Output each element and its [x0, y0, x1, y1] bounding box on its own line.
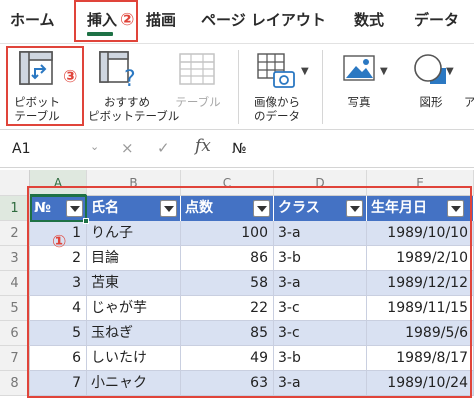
select-all-corner[interactable] [0, 170, 30, 196]
table-cell[interactable]: 58 [181, 271, 274, 296]
tab-formulas[interactable]: 数式 [354, 9, 384, 30]
annotation-step-2: ② [120, 10, 135, 30]
column-header-e[interactable]: E [367, 170, 474, 196]
pivot-table-icon [19, 51, 53, 85]
row-header-1[interactable]: 1 [0, 196, 30, 221]
cancel-icon[interactable]: × [121, 139, 134, 157]
table-cell[interactable]: 1989/11/15 [367, 296, 474, 321]
recommended-pivot-label-2: ピボットテーブル [88, 109, 180, 123]
formula-input[interactable]: № [232, 141, 247, 157]
row-header-2[interactable]: 2 [0, 221, 30, 246]
shapes-label: 図形 [419, 95, 443, 109]
enter-icon[interactable]: ✓ [157, 139, 170, 157]
fill-handle[interactable] [83, 218, 89, 224]
table-cell[interactable]: 1989/8/17 [367, 346, 474, 371]
row-header-8[interactable]: 8 [0, 371, 30, 396]
table-cell[interactable]: 目論 [87, 246, 181, 271]
filter-dropdown-icon[interactable] [66, 200, 83, 217]
table-cell[interactable]: 3-a [274, 221, 367, 246]
pivot-table-label-2: テーブル [14, 109, 60, 123]
filter-dropdown-icon[interactable] [160, 200, 177, 217]
table-cell[interactable]: 100 [181, 221, 274, 246]
table-cell[interactable]: 86 [181, 246, 274, 271]
row-header-3[interactable]: 3 [0, 246, 30, 271]
table-cell[interactable]: 玉ねぎ [87, 321, 181, 346]
picture-from-data-label-2: のデータ [254, 109, 300, 123]
table-cell[interactable]: 3-b [274, 346, 367, 371]
table-cell[interactable]: 6 [30, 346, 87, 371]
table-cell[interactable]: 1989/10/10 [367, 221, 474, 246]
menu-tabs: ホーム 挿入 描画 ページ レイアウト 数式 データ [0, 0, 474, 44]
shapes-icon [414, 54, 446, 84]
ribbon-separator [238, 50, 239, 124]
photo-icon [343, 55, 375, 81]
ribbon-separator [322, 50, 323, 124]
function-icon[interactable]: fx [195, 136, 211, 156]
row-header-4[interactable]: 4 [0, 271, 30, 296]
picture-from-data-icon [257, 53, 295, 88]
column-header-a[interactable]: A [30, 170, 87, 196]
table-cell[interactable]: 1989/5/6 [367, 321, 474, 346]
filter-dropdown-icon[interactable] [346, 200, 363, 217]
more-ribbon-label[interactable]: ア [464, 95, 474, 109]
recommended-pivot-label-1: おすすめ [104, 95, 150, 109]
tab-draw[interactable]: 描画 [146, 9, 176, 30]
column-header-b[interactable]: B [87, 170, 181, 196]
pivot-table-label-1: ピボット [14, 95, 60, 109]
table-cell[interactable]: じゃが芋 [87, 296, 181, 321]
table-cell[interactable]: 3-a [274, 271, 367, 296]
chevron-down-icon[interactable]: ▼ [446, 66, 454, 77]
table-cell[interactable]: 5 [30, 321, 87, 346]
table-cell[interactable]: しいたけ [87, 346, 181, 371]
table-cell[interactable]: 63 [181, 371, 274, 396]
table-cell[interactable]: 85 [181, 321, 274, 346]
table-cell[interactable]: 49 [181, 346, 274, 371]
table-cell[interactable]: 小ニャク [87, 371, 181, 396]
column-header-c[interactable]: C [181, 170, 274, 196]
table-cell[interactable]: 3 [30, 271, 87, 296]
table-cell[interactable]: 3-b [274, 246, 367, 271]
tab-data[interactable]: データ [414, 9, 459, 30]
tab-insert[interactable]: 挿入 [87, 9, 117, 30]
photo-label: 写真 [347, 95, 371, 109]
filter-dropdown-icon[interactable] [253, 200, 270, 217]
svg-text:?: ? [124, 67, 136, 90]
table-cell[interactable]: 22 [181, 296, 274, 321]
table-cell[interactable]: りん子 [87, 221, 181, 246]
active-tab-indicator [87, 32, 113, 36]
chevron-down-icon[interactable]: ▼ [301, 66, 309, 77]
name-box[interactable]: A1 [0, 137, 104, 161]
column-header-d[interactable]: D [274, 170, 367, 196]
table-cell[interactable]: 1989/2/10 [367, 246, 474, 271]
table-cell[interactable]: 3-a [274, 371, 367, 396]
picture-from-data-label-1: 画像から [254, 95, 300, 109]
row-header-5[interactable]: 5 [0, 296, 30, 321]
chevron-down-icon[interactable]: ▼ [380, 66, 388, 77]
table-label: テーブル [175, 95, 221, 109]
ribbon [0, 44, 474, 130]
tab-page-layout[interactable]: ページ レイアウト [201, 9, 326, 30]
recommended-pivot-icon: ? [99, 51, 136, 90]
annotation-step-1: ① [52, 232, 67, 252]
row-header-6[interactable]: 6 [0, 321, 30, 346]
table-cell[interactable]: 3-c [274, 321, 367, 346]
table-icon [179, 53, 215, 85]
filter-dropdown-icon[interactable] [447, 200, 464, 217]
table-cell[interactable]: 3-c [274, 296, 367, 321]
annotation-step-3: ③ [63, 67, 78, 87]
table-cell[interactable]: 1989/12/12 [367, 271, 474, 296]
tab-home[interactable]: ホーム [10, 9, 55, 30]
table-cell[interactable]: 苫東 [87, 271, 181, 296]
table-cell[interactable]: 4 [30, 296, 87, 321]
table-cell[interactable]: 1989/10/24 [367, 371, 474, 396]
table-cell[interactable]: 7 [30, 371, 87, 396]
row-header-7[interactable]: 7 [0, 346, 30, 371]
name-box-chevron-icon[interactable]: ⌄ [90, 140, 99, 153]
